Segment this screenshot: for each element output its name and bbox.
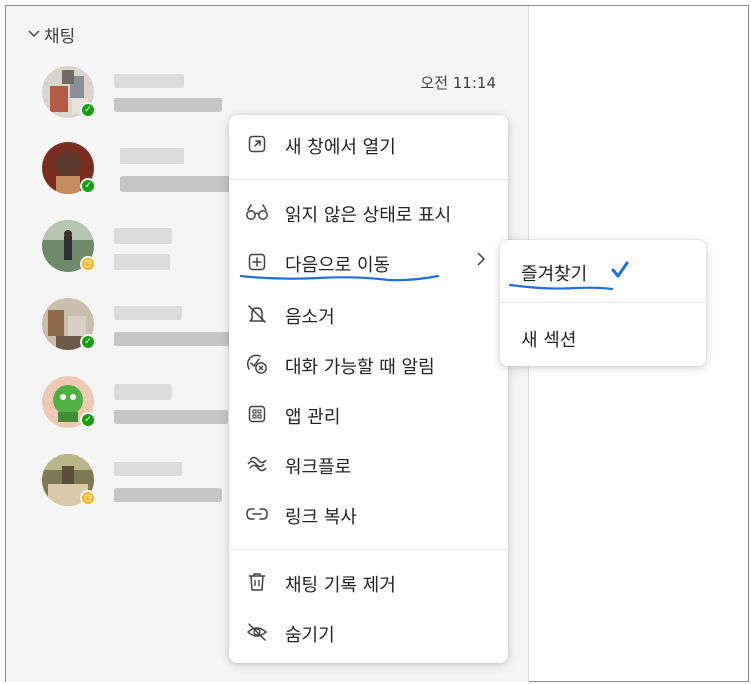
bell-off-icon bbox=[245, 302, 269, 326]
eye-off-icon bbox=[245, 620, 269, 644]
menu-item-label: 숨기기 bbox=[285, 625, 335, 646]
link-icon bbox=[245, 502, 269, 526]
blurred-preview bbox=[114, 254, 170, 270]
presence-available-icon: ✓ bbox=[80, 412, 96, 428]
presence-available-icon: ✓ bbox=[80, 178, 96, 194]
presence-away-icon: ◷ bbox=[80, 490, 96, 506]
menu-item-label: 채팅 기록 제거 bbox=[285, 575, 396, 596]
menu-item-move-to[interactable]: 다음으로 이동 bbox=[229, 239, 508, 285]
menu-item-manage-apps[interactable]: 앱 관리 bbox=[229, 391, 508, 437]
chevron-down-icon bbox=[28, 27, 40, 42]
blurred-name bbox=[114, 74, 184, 88]
menu-item-remove-chat-history[interactable]: 채팅 기록 제거 bbox=[229, 559, 508, 605]
presence-away-icon: ◷ bbox=[80, 256, 96, 272]
blurred-preview bbox=[114, 488, 222, 502]
blurred-name bbox=[114, 462, 182, 476]
move-to-submenu: 즐겨찾기 새 섹션 bbox=[500, 240, 706, 366]
blurred-name bbox=[114, 306, 182, 320]
blurred-name bbox=[114, 228, 172, 244]
menu-item-open-in-new-window[interactable]: 새 창에서 열기 bbox=[229, 121, 508, 167]
chat-context-menu: 새 창에서 열기 읽지 않은 상태로 표시 다음으로 이동 음소거 대화 가능할… bbox=[229, 115, 508, 663]
glasses-icon bbox=[245, 200, 269, 224]
menu-item-label: 앱 관리 bbox=[285, 407, 341, 428]
chat-time: 오전 11:14 bbox=[420, 74, 496, 92]
menu-divider bbox=[229, 179, 508, 180]
blurred-preview bbox=[114, 332, 234, 346]
blurred-preview bbox=[114, 410, 228, 424]
menu-item-label: 읽지 않은 상태로 표시 bbox=[285, 205, 452, 226]
menu-item-copy-link[interactable]: 링크 복사 bbox=[229, 491, 508, 537]
menu-item-label: 링크 복사 bbox=[285, 507, 357, 528]
submenu-item-label: 즐겨찾기 bbox=[521, 264, 588, 285]
menu-item-label: 음소거 bbox=[285, 307, 335, 328]
checkmark-icon bbox=[610, 260, 630, 284]
menu-item-label: 대화 가능할 때 알림 bbox=[285, 357, 435, 378]
presence-available-icon: ✓ bbox=[80, 334, 96, 350]
submenu-item-favorites[interactable]: 즐겨찾기 bbox=[500, 246, 706, 296]
menu-divider bbox=[229, 549, 508, 550]
add-square-icon bbox=[245, 250, 269, 274]
menu-item-label: 새 창에서 열기 bbox=[285, 137, 396, 158]
menu-item-label: 다음으로 이동 bbox=[285, 255, 391, 276]
section-title: 채팅 bbox=[44, 27, 76, 47]
menu-item-notify-when-available[interactable]: 대화 가능할 때 알림 bbox=[229, 341, 508, 387]
menu-item-label: 워크플로 bbox=[285, 457, 352, 478]
submenu-item-label: 새 섹션 bbox=[521, 330, 577, 351]
workflow-icon bbox=[245, 452, 269, 476]
menu-divider bbox=[500, 302, 706, 303]
open-in-new-window-icon bbox=[245, 132, 269, 156]
blurred-preview bbox=[120, 176, 236, 192]
chevron-right-icon bbox=[476, 251, 486, 272]
presence-available-icon: ✓ bbox=[80, 102, 96, 118]
menu-item-workflows[interactable]: 워크플로 bbox=[229, 441, 508, 487]
presence-notify-icon bbox=[245, 352, 269, 376]
menu-item-mute[interactable]: 음소거 bbox=[229, 291, 508, 337]
submenu-item-new-section[interactable]: 새 섹션 bbox=[500, 312, 706, 362]
chat-section-header[interactable]: 채팅 bbox=[28, 22, 75, 47]
blurred-name bbox=[120, 148, 184, 164]
trash-icon bbox=[245, 570, 269, 594]
menu-item-hide[interactable]: 숨기기 bbox=[229, 609, 508, 655]
blurred-preview bbox=[114, 98, 222, 112]
blurred-name bbox=[114, 384, 172, 400]
apps-grid-icon bbox=[245, 402, 269, 426]
menu-item-mark-unread[interactable]: 읽지 않은 상태로 표시 bbox=[229, 189, 508, 235]
